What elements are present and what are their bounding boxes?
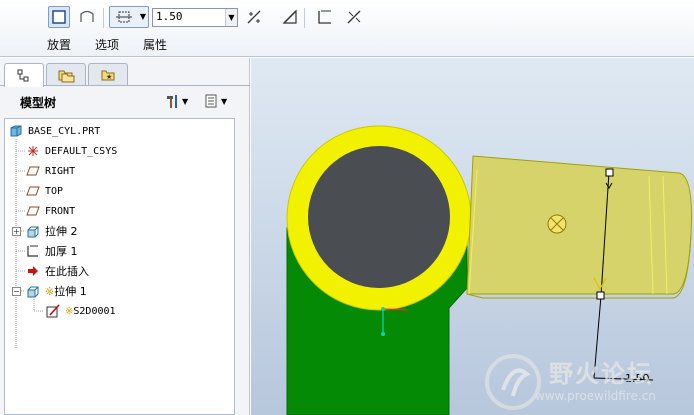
hammer-icon: [167, 95, 177, 108]
csys-point: [381, 332, 385, 336]
tree-item-label: 拉伸 1: [54, 285, 87, 298]
tree-item-thicken-1[interactable]: 加厚 1: [25, 242, 78, 260]
thicken-feature-icon: [25, 243, 41, 259]
tree-item-label: 加厚 1: [45, 245, 78, 258]
surface-icon[interactable]: [76, 6, 98, 28]
extrude-icon: [25, 283, 41, 299]
graphics-window[interactable]: 1.50 野火论坛 www.proewildfire.cn: [251, 58, 694, 415]
model-tree-icon[interactable]: [4, 63, 44, 87]
in-progress-marker: ※: [45, 284, 55, 298]
expand-toggle[interactable]: +: [12, 227, 21, 236]
insert-here-arrow-icon: [25, 263, 41, 279]
navigator-panel: ★ 模型树 ▼ ▼ BASE_CYL.PRT DEFAULT_CSYS RIGH…: [0, 58, 250, 415]
watermark-title: 野火论坛: [549, 360, 653, 388]
thickness-field[interactable]: 1.50 ▼: [152, 8, 238, 27]
folder-browser-icon[interactable]: [46, 63, 86, 85]
tree-item-extrude-1[interactable]: ※ 拉伸 1: [25, 282, 87, 300]
tree-item-sketch[interactable]: ※ S2D0001: [45, 302, 116, 320]
remove-material-icon[interactable]: [279, 6, 301, 28]
datum-plane-icon: [25, 203, 41, 219]
chevron-down-icon[interactable]: ▼: [138, 8, 148, 26]
thicken-icon[interactable]: [314, 6, 336, 28]
model-tree: BASE_CYL.PRT DEFAULT_CSYS RIGHT TOP FRON…: [4, 118, 235, 415]
tree-item-label: DEFAULT_CSYS: [45, 145, 118, 157]
tree-item-label: 拉伸 2: [45, 225, 78, 238]
chevron-down-icon[interactable]: ▼: [225, 9, 237, 26]
chevron-down-icon: ▼: [221, 96, 228, 106]
tree-item-label: 在此插入: [45, 265, 89, 278]
thicken-preview-surface[interactable]: [466, 155, 692, 295]
tree-item-label: RIGHT: [45, 165, 76, 177]
datum-plane-icon: [25, 163, 41, 179]
thickness-value: 1.50: [156, 10, 183, 23]
tree-item-front[interactable]: FRONT: [25, 202, 75, 220]
part-icon: [8, 123, 24, 139]
tree-item-label: S2D0001: [73, 305, 116, 317]
tree-item-label: FRONT: [45, 205, 76, 217]
sketch-icon: [45, 303, 61, 319]
tab-options[interactable]: 选项: [95, 36, 119, 53]
drag-handle[interactable]: [596, 291, 605, 300]
tree-show-button[interactable]: ▼: [203, 91, 237, 111]
datum-plane-icon: [25, 183, 41, 199]
flip-direction-icon[interactable]: [243, 6, 265, 28]
navigator-tabs: ★: [0, 60, 250, 87]
forum-watermark: 野火论坛 www.proewildfire.cn: [483, 352, 691, 412]
list-icon: [205, 94, 217, 108]
tree-item-csys[interactable]: DEFAULT_CSYS: [25, 142, 117, 160]
csys-origin: [381, 307, 385, 311]
tree-item-part[interactable]: BASE_CYL.PRT: [8, 122, 100, 140]
extrude-icon: [25, 223, 41, 239]
tree-settings-button[interactable]: ▼: [164, 91, 196, 111]
svg-text:★: ★: [106, 73, 112, 81]
dashboard: ▼ 1.50 ▼ 放置 选项 属性: [0, 0, 694, 57]
chevron-down-icon: ▼: [182, 96, 189, 106]
model-tree-title: 模型树: [20, 96, 57, 110]
drag-handle[interactable]: [605, 168, 614, 177]
tab-placement[interactable]: 放置: [47, 36, 71, 53]
collapse-toggle[interactable]: −: [12, 287, 21, 296]
csys-icon: [25, 143, 41, 159]
tree-item-top[interactable]: TOP: [25, 182, 63, 200]
watermark-url: www.proewildfire.cn: [535, 389, 656, 403]
tree-item-extrude-2[interactable]: 拉伸 2: [25, 222, 78, 240]
favorites-icon[interactable]: ★: [88, 63, 128, 85]
separator: [304, 8, 305, 28]
solid-icon[interactable]: [48, 6, 70, 28]
tree-item-label: TOP: [45, 185, 64, 197]
in-progress-marker: ※: [65, 305, 74, 317]
tree-item-label: BASE_CYL.PRT: [28, 125, 101, 137]
depth-option-icon[interactable]: [111, 8, 137, 26]
tree-item-insert-here[interactable]: 在此插入: [25, 262, 89, 280]
watermark-logo: [485, 354, 541, 410]
cylinder-hole: [308, 146, 450, 288]
flip-thicken-icon[interactable]: [343, 6, 365, 28]
tab-properties[interactable]: 属性: [143, 36, 167, 53]
tree-item-right[interactable]: RIGHT: [25, 162, 75, 180]
separator: [103, 8, 104, 28]
depth-option-group[interactable]: ▼: [109, 6, 149, 28]
